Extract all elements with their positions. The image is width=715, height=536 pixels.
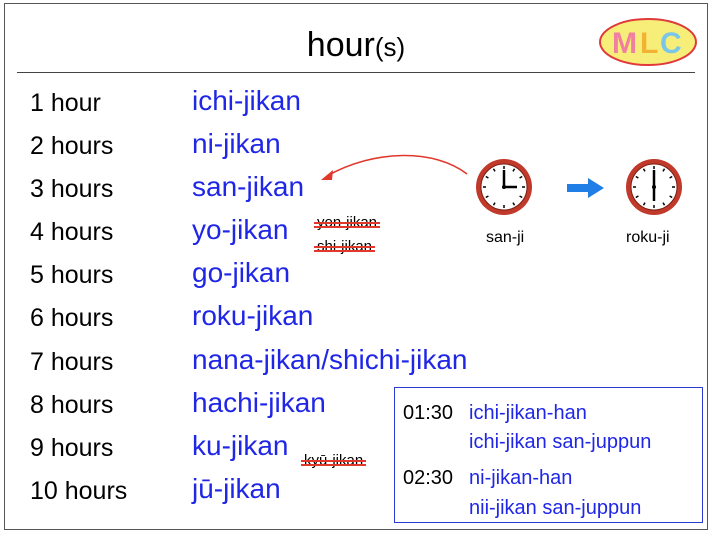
- box-line: ichi-jikan-han: [469, 402, 587, 424]
- clock-icon: [626, 159, 682, 215]
- arrowhead-icon: [321, 170, 333, 180]
- box-line: ichi-jikan san-juppun: [469, 431, 652, 453]
- clock-icon: [476, 159, 532, 215]
- clock-label: roku-ji: [626, 229, 670, 246]
- time-label: 02:30: [403, 467, 454, 489]
- half-hour-box: 01:30 ichi-jikan-han ichi-jikan san-jupp…: [394, 387, 703, 523]
- slide: hour(s) M L C 1 hour ichi-jikan 2 hours …: [4, 3, 708, 530]
- box-line: ni-jikan-han: [469, 467, 573, 489]
- right-arrow-icon: [567, 178, 604, 198]
- curved-arrow-icon: [326, 154, 468, 177]
- box-line: nii-jikan san-juppun: [469, 497, 642, 519]
- clock-label: san-ji: [486, 229, 525, 246]
- time-label: 01:30: [403, 402, 454, 424]
